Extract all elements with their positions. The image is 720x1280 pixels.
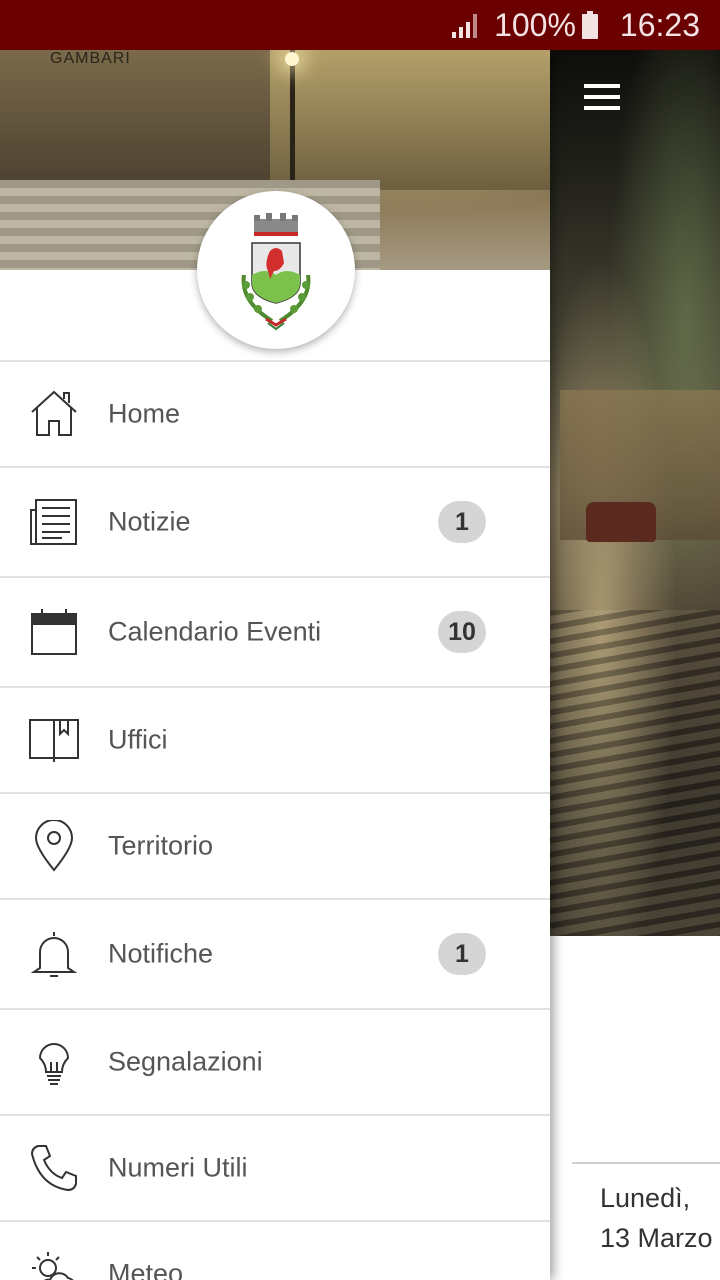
menu-item-numeri-utili[interactable]: Numeri Utili (0, 1116, 550, 1222)
battery-icon (581, 11, 598, 39)
main-content: Lunedì, 13 Marzo (550, 50, 720, 1280)
municipality-crest[interactable] (197, 191, 355, 349)
menu-item-notifiche[interactable]: Notifiche 1 (0, 900, 550, 1010)
photo-facade-right (270, 50, 550, 190)
date-label: Lunedì, 13 Marzo (600, 1178, 720, 1258)
notizie-count-badge: 1 (438, 501, 486, 543)
photo-facade-left (0, 50, 270, 180)
street-lamp (290, 50, 295, 190)
date-day-month: 13 Marzo (600, 1223, 713, 1253)
book-icon (29, 719, 79, 762)
menu-label-notizie: Notizie (108, 506, 191, 537)
notifiche-count-badge: 1 (438, 933, 486, 975)
menu-label-numeri-utili: Numeri Utili (108, 1152, 248, 1183)
menu-label-segnalazioni: Segnalazioni (108, 1046, 263, 1077)
menu-label-meteo: Meteo (108, 1258, 184, 1280)
photo-cobblestones (550, 610, 720, 936)
navigation-drawer: GAMBARI Home Notizie 1 Calendario Eventi… (0, 50, 550, 1280)
lightbulb-icon (38, 1043, 70, 1085)
status-bar: 100% 16:23 (0, 0, 720, 50)
menu-item-territorio[interactable]: Territorio (0, 794, 550, 900)
signal-icon (452, 14, 478, 38)
menu-label-territorio: Territorio (108, 830, 214, 861)
date-weekday: Lunedì, (600, 1183, 691, 1213)
menu-label-calendario-eventi: Calendario Eventi (108, 616, 322, 647)
clock: 16:23 (619, 6, 700, 43)
map-pin-icon (34, 820, 74, 872)
calendario-count-badge: 10 (438, 611, 486, 653)
menu-label-home: Home (108, 398, 181, 429)
menu-hamburger-icon[interactable] (584, 84, 620, 110)
photo-car (586, 502, 656, 542)
home-icon (31, 390, 77, 436)
menu-item-calendario-eventi[interactable]: Calendario Eventi 10 (0, 578, 550, 688)
menu-item-segnalazioni[interactable]: Segnalazioni (0, 1010, 550, 1116)
phone-icon (30, 1145, 77, 1192)
date-divider (572, 1162, 720, 1164)
calendar-icon (31, 609, 77, 655)
header-photo (550, 50, 720, 936)
weather-icon (32, 1252, 74, 1280)
bell-icon (30, 932, 78, 977)
lamp-light (285, 52, 299, 66)
battery-percent: 100% (494, 6, 576, 43)
menu-item-uffici[interactable]: Uffici (0, 688, 550, 794)
coat-of-arms-icon (241, 213, 311, 331)
menu-item-home[interactable]: Home (0, 362, 550, 468)
newspaper-icon (30, 499, 77, 545)
drawer-menu: Home Notizie 1 Calendario Eventi 10 Uffi… (0, 360, 550, 1280)
menu-label-uffici: Uffici (108, 724, 168, 755)
menu-label-notifiche: Notifiche (108, 938, 214, 969)
menu-item-notizie[interactable]: Notizie 1 (0, 468, 550, 578)
shop-sign: GAMBARI (50, 50, 131, 67)
menu-item-meteo[interactable]: Meteo (0, 1222, 550, 1280)
